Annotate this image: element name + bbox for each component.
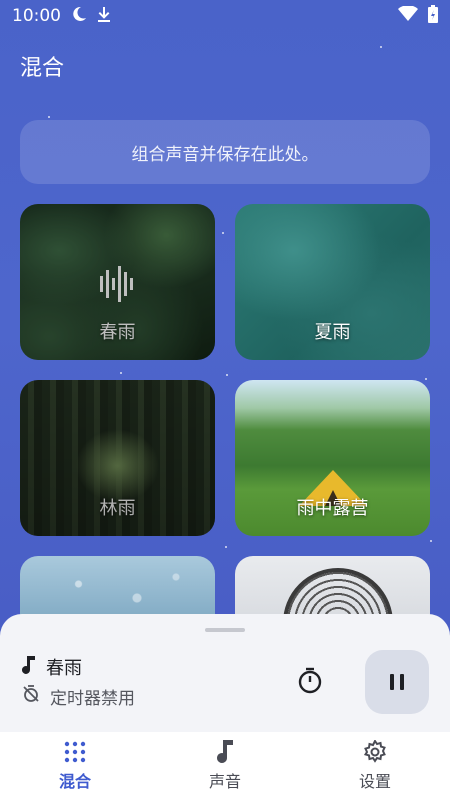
wifi-icon bbox=[398, 4, 418, 27]
nav-item-settings[interactable]: 设置 bbox=[300, 732, 450, 800]
status-time: 10:00 bbox=[12, 6, 61, 26]
nav-label: 声音 bbox=[208, 772, 241, 791]
sound-card-label: 夏雨 bbox=[314, 322, 351, 343]
sound-card-spring-rain[interactable]: 春雨 bbox=[20, 204, 215, 360]
sound-card-camping-rain[interactable]: 雨中露营 bbox=[235, 380, 430, 536]
sound-card-label: 雨中露营 bbox=[296, 498, 369, 519]
page-title: 混合 bbox=[20, 56, 65, 81]
hint-text: 组合声音并保存在此处。 bbox=[131, 144, 319, 165]
now-playing-title: 春雨 bbox=[46, 658, 82, 679]
gear-icon bbox=[363, 740, 386, 763]
timer-off-icon bbox=[22, 685, 40, 708]
nav-item-mix[interactable]: 混合 bbox=[0, 732, 150, 800]
sound-card-label: 林雨 bbox=[99, 498, 136, 519]
stopwatch-icon bbox=[298, 667, 322, 694]
sound-wave-icon bbox=[98, 266, 138, 306]
music-note-icon bbox=[22, 655, 36, 679]
timer-status: 定时器禁用 bbox=[22, 684, 135, 709]
player-sheet: 春雨 定时器禁用 bbox=[0, 614, 450, 732]
timer-button[interactable] bbox=[296, 666, 324, 694]
now-playing: 春雨 bbox=[22, 654, 82, 680]
sound-card-forest-rain[interactable]: 林雨 bbox=[20, 380, 215, 536]
sheet-drag-handle[interactable] bbox=[205, 628, 245, 632]
empty-mix-hint: 组合声音并保存在此处。 bbox=[20, 120, 430, 184]
pause-icon bbox=[390, 674, 404, 690]
app-bar: 混合 bbox=[0, 32, 450, 100]
moon-icon bbox=[71, 6, 87, 27]
pause-button[interactable] bbox=[365, 650, 429, 714]
sound-card-label: 春雨 bbox=[99, 322, 136, 343]
music-note-icon bbox=[217, 740, 233, 763]
sound-card-summer-rain[interactable]: 夏雨 bbox=[235, 204, 430, 360]
download-icon bbox=[97, 6, 111, 27]
nav-label: 设置 bbox=[358, 772, 391, 791]
timer-status-text: 定时器禁用 bbox=[50, 689, 135, 709]
battery-icon bbox=[428, 4, 438, 28]
status-bar: 10:00 bbox=[0, 0, 450, 32]
nav-item-sounds[interactable]: 声音 bbox=[150, 732, 300, 800]
grid-dots-icon bbox=[64, 741, 86, 763]
bottom-nav: 混合 声音 设置 bbox=[0, 732, 450, 800]
nav-label: 混合 bbox=[58, 772, 91, 791]
